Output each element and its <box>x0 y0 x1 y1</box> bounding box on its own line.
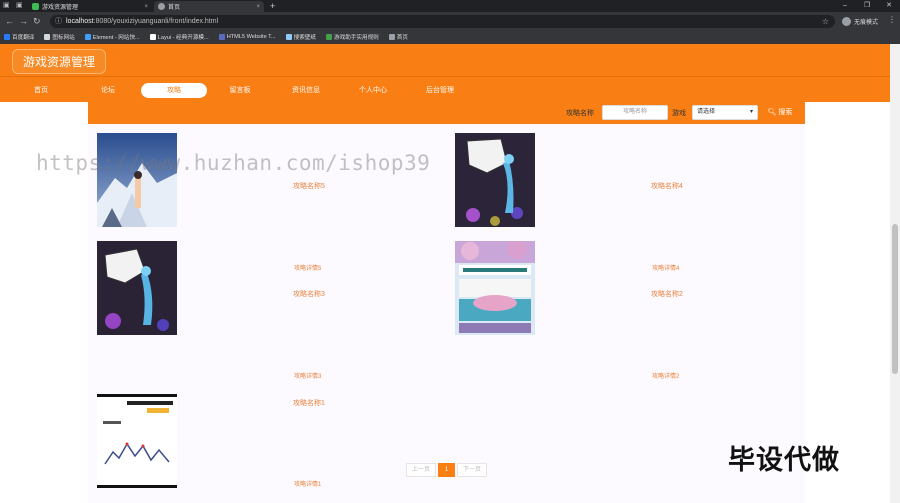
site-info-icon[interactable]: ⓘ <box>55 15 62 28</box>
bookmark-item[interactable]: 首页 <box>388 33 408 41</box>
search-bar: 攻略名称 攻略名称 游戏 请选择 ▾ 🔍︎ 搜索 <box>88 102 805 124</box>
tab-search-icon[interactable]: ▣ <box>3 0 10 12</box>
incognito-icon <box>842 17 851 26</box>
guide-image-night-figure[interactable] <box>455 133 535 227</box>
nav-admin[interactable]: 后台管理 <box>407 83 473 98</box>
close-window-button[interactable]: ✕ <box>878 0 900 12</box>
reload-icon[interactable]: ↻ <box>33 15 41 27</box>
corner-banner-text: 毕设代做 <box>728 445 840 475</box>
nav-message-board[interactable]: 留言板 <box>207 83 273 98</box>
page-1-button[interactable]: 1 <box>438 463 455 477</box>
guide-title[interactable]: 攻略名称3 <box>293 289 325 299</box>
game-label: 游戏 <box>672 110 686 117</box>
guide-name-label: 攻略名称 <box>566 110 594 117</box>
nav-profile[interactable]: 个人中心 <box>340 83 406 98</box>
browser-menu-icon[interactable]: ⋮ <box>888 15 896 24</box>
bookmarks-bar: 百度翻译 图标网站 Element - 网站快... Layui - 经典开源模… <box>0 30 900 44</box>
nav-news[interactable]: 资讯信息 <box>273 83 339 98</box>
nav-home[interactable]: 首页 <box>8 83 74 98</box>
game-select[interactable]: 请选择 ▾ <box>692 105 758 120</box>
new-tab-button[interactable]: + <box>270 0 275 12</box>
bookmark-icon <box>4 34 10 40</box>
page-scrollbar[interactable] <box>890 44 900 503</box>
tab-label: 游戏资源管理 <box>42 5 79 11</box>
guide-title[interactable]: 攻略名称1 <box>293 398 325 408</box>
search-icon: 🔍︎ <box>767 109 777 116</box>
guide-title[interactable]: 攻略名称5 <box>293 181 325 191</box>
profile-label: 无痕模式 <box>854 20 879 26</box>
search-button[interactable]: 🔍︎ 搜索 <box>764 105 796 120</box>
guide-title[interactable]: 攻略名称4 <box>651 181 683 191</box>
address-toolbar: ← → ↻ ⓘ localhost:8080/youxiziyuanguanli… <box>0 12 900 30</box>
main-nav: 首页 论坛 攻略 留言板 资讯信息 个人中心 后台管理 <box>0 76 890 102</box>
globe-icon <box>158 3 165 10</box>
bookmark-icon <box>388 34 395 40</box>
url-path: :8080/youxiziyuanguanli/front/index.html <box>93 18 219 25</box>
bookmark-item[interactable]: Element - 网站快... <box>84 33 140 41</box>
bookmark-item[interactable]: 游戏助手实用规则 <box>326 33 379 41</box>
tab-close-icon[interactable]: × <box>256 4 260 10</box>
prev-page-button[interactable]: 上一页 <box>406 463 436 477</box>
scrollbar-thumb[interactable] <box>892 224 898 374</box>
guide-list: 攻略名称5 攻略详情5 攻略名称4 攻略详情4 攻略名称3 攻略详情3 攻略名称… <box>88 124 805 503</box>
guide-title[interactable]: 攻略名称2 <box>651 289 683 299</box>
site-header: 游戏资源管理 <box>0 44 890 76</box>
next-page-button[interactable]: 下一页 <box>457 463 487 477</box>
bookmark-icon <box>84 34 91 40</box>
bookmark-icon <box>149 34 156 40</box>
bookmark-icon <box>326 34 333 40</box>
guide-image-snow-mountain[interactable] <box>97 133 177 227</box>
bookmark-item[interactable]: Layui - 经典开源模... <box>149 33 209 41</box>
bookmark-item[interactable]: 百度翻译 <box>4 33 34 41</box>
address-input[interactable]: ⓘ localhost:8080/youxiziyuanguanli/front… <box>50 15 835 28</box>
tab-home[interactable]: 首页 × <box>154 1 264 12</box>
bookmark-item[interactable]: 搜索壁纸 <box>285 33 316 41</box>
tab-youxi[interactable]: 游戏资源管理 × <box>28 1 152 12</box>
guide-detail-link[interactable]: 攻略详情4 <box>652 263 679 272</box>
forward-icon[interactable]: → <box>19 15 28 27</box>
tab-close-icon[interactable]: × <box>144 4 148 10</box>
bookmark-icon <box>218 34 225 40</box>
bookmark-item[interactable]: HTML5 Website T... <box>218 34 276 40</box>
vue-icon <box>32 3 39 10</box>
back-icon[interactable]: ← <box>5 15 14 27</box>
guide-detail-link[interactable]: 攻略详情3 <box>294 371 321 380</box>
window-controls: – ❐ ✕ <box>834 0 900 12</box>
tab-label: 首页 <box>168 5 181 11</box>
nav-forum[interactable]: 论坛 <box>75 83 141 98</box>
guide-name-input[interactable]: 攻略名称 <box>602 105 668 120</box>
bookmark-icon <box>44 34 51 40</box>
web-page: 游戏资源管理 首页 论坛 攻略 留言板 资讯信息 个人中心 后台管理 攻略名称 … <box>0 44 900 503</box>
guide-image-blossom-poster[interactable] <box>455 241 535 335</box>
guide-image-travel-doc[interactable] <box>97 394 177 488</box>
nav-guides[interactable]: 攻略 <box>141 83 207 98</box>
bookmark-icon <box>285 34 292 40</box>
guide-detail-link[interactable]: 攻略详情1 <box>294 479 321 488</box>
url-host: localhost <box>66 18 94 25</box>
minimize-button[interactable]: – <box>834 0 856 12</box>
bookmark-star-icon[interactable]: ☆ <box>822 15 829 28</box>
watermark-text: https://www.huzhan.com/ishop39 <box>36 151 431 175</box>
tab-favicon-icon: ▣ <box>16 2 23 9</box>
guide-detail-link[interactable]: 攻略详情5 <box>294 263 321 272</box>
bookmark-item[interactable]: 图标网站 <box>44 33 75 41</box>
incognito-profile[interactable]: 无痕模式 <box>842 15 878 28</box>
guide-image-night-figure[interactable] <box>97 241 177 335</box>
site-title[interactable]: 游戏资源管理 <box>12 49 107 74</box>
chevron-down-icon: ▾ <box>749 109 753 115</box>
maximize-button[interactable]: ❐ <box>856 0 878 12</box>
guide-detail-link[interactable]: 攻略详情2 <box>652 371 679 380</box>
browser-tab-bar: ▣ ▣ 游戏资源管理 × 首页 × + – ❐ ✕ <box>0 0 900 12</box>
